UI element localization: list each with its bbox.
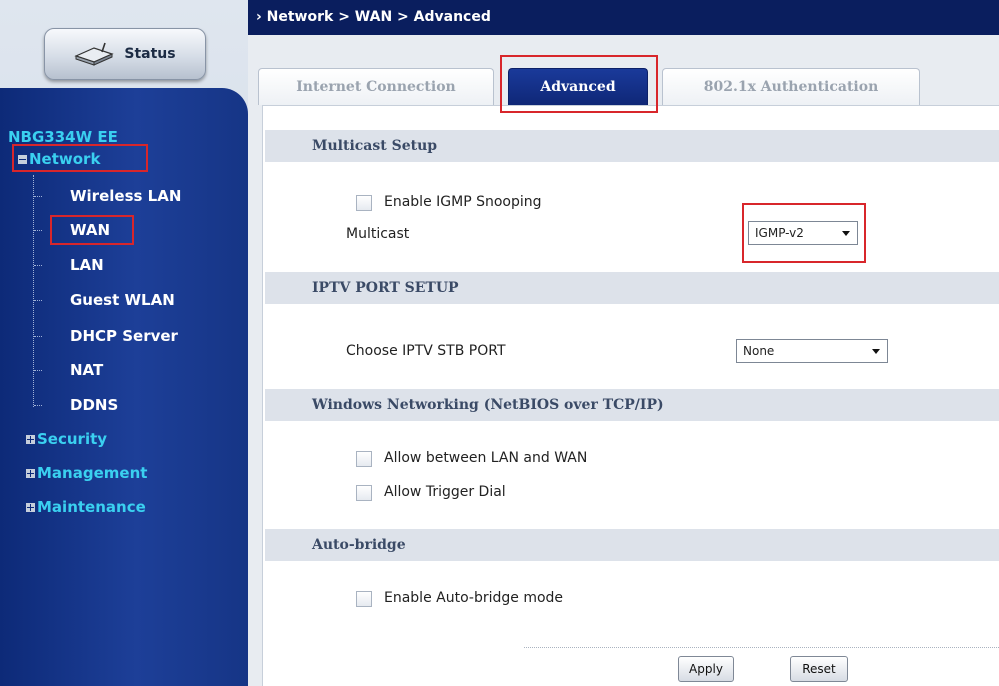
status-button[interactable]: Status [44, 28, 206, 80]
apply-button[interactable]: Apply [678, 656, 734, 682]
allow-trigger-dial-checkbox[interactable] [356, 485, 372, 501]
autobridge-header: Auto-bridge [265, 529, 999, 561]
multicast-setup-header: Multicast Setup [265, 130, 999, 162]
iptv-stb-port-select[interactable]: None [736, 339, 888, 363]
nav-security[interactable]: Security [26, 430, 107, 448]
highlight-multicast-select [742, 203, 866, 263]
breadcrumb-bar: › Network > WAN > Advanced [248, 0, 999, 35]
sidebar: Status NBG334W EE Network Wireless LAN W… [0, 0, 248, 686]
nav-lan[interactable]: LAN [70, 256, 104, 274]
chevron-right-icon: › [256, 9, 262, 25]
tree-tick [34, 405, 42, 406]
tree-tick [34, 230, 42, 231]
igmp-snooping-checkbox[interactable] [356, 195, 372, 211]
netbios-header: Windows Networking (NetBIOS over TCP/IP) [265, 389, 999, 421]
iptv-setup-header: IPTV PORT SETUP [265, 272, 999, 304]
highlight-wan [50, 215, 134, 245]
expand-icon [26, 468, 35, 478]
router-icon [74, 42, 115, 66]
dropdown-arrow-icon [872, 349, 880, 354]
tab-internet-connection[interactable]: Internet Connection [258, 68, 494, 105]
allow-trigger-dial-label: Allow Trigger Dial [384, 484, 506, 500]
tree-tick [34, 265, 42, 266]
igmp-snooping-label: Enable IGMP Snooping [384, 194, 542, 210]
nav-security-label: Security [37, 430, 108, 448]
nav-guest-wlan[interactable]: Guest WLAN [70, 291, 175, 309]
tree-tick [34, 370, 42, 371]
expand-icon [26, 434, 35, 444]
multicast-label: Multicast [346, 226, 410, 242]
breadcrumb-text: Network > WAN > Advanced [266, 9, 491, 25]
autobridge-label: Enable Auto-bridge mode [384, 590, 564, 606]
reset-button[interactable]: Reset [790, 656, 848, 682]
autobridge-checkbox[interactable] [356, 591, 372, 607]
tree-line [33, 175, 34, 407]
tree-tick [34, 300, 42, 301]
status-label: Status [124, 46, 176, 62]
tree-tick [34, 196, 42, 197]
iptv-stb-port-label: Choose IPTV STB PORT [346, 343, 506, 359]
nav-ddns[interactable]: DDNS [70, 396, 118, 414]
nav-nat[interactable]: NAT [70, 361, 103, 379]
expand-icon [26, 502, 35, 512]
nav-management-label: Management [37, 464, 148, 482]
tree-tick [34, 336, 42, 337]
nav-maintenance[interactable]: Maintenance [26, 498, 146, 516]
iptv-stb-port-value: None [743, 344, 775, 358]
allow-lan-wan-checkbox[interactable] [356, 451, 372, 467]
nav-management[interactable]: Management [26, 464, 147, 482]
nav-maintenance-label: Maintenance [37, 498, 146, 516]
divider [524, 647, 999, 648]
tab-8021x-authentication[interactable]: 802.1x Authentication [662, 68, 920, 105]
nav-dhcp-server[interactable]: DHCP Server [70, 327, 178, 345]
allow-lan-wan-label: Allow between LAN and WAN [384, 450, 588, 466]
main-content: Internet Connection Advanced 802.1x Auth… [248, 35, 999, 686]
nav-wireless-lan[interactable]: Wireless LAN [70, 187, 181, 205]
highlight-network [12, 144, 148, 172]
breadcrumb: › Network > WAN > Advanced [256, 9, 491, 25]
highlight-advanced-tab [500, 55, 658, 113]
sidebar-nav-panel [0, 88, 248, 686]
